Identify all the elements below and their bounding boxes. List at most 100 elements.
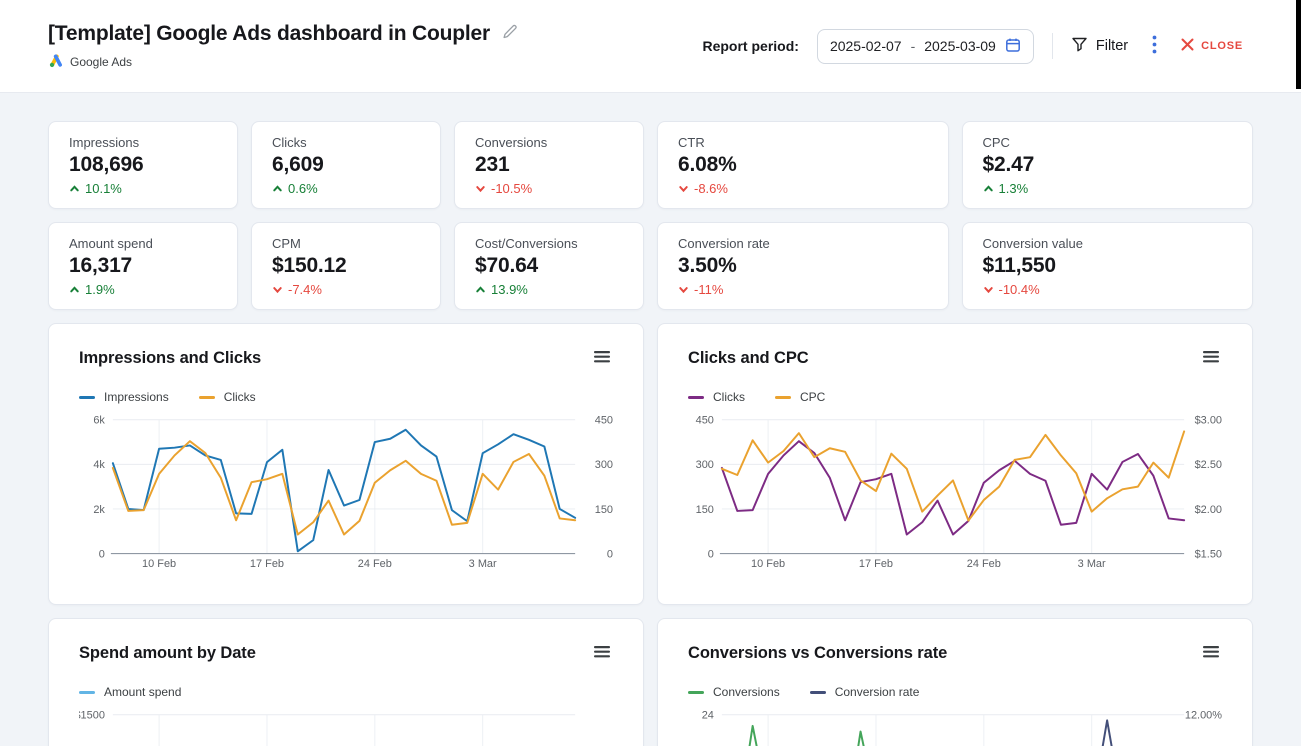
svg-text:4k: 4k bbox=[93, 459, 105, 471]
legend-item: Amount spend bbox=[79, 685, 181, 699]
filter-button[interactable]: Filter bbox=[1071, 36, 1128, 57]
kpi-card-conversion-rate: Conversion rate 3.50% -11% bbox=[657, 222, 949, 310]
more-options-button[interactable] bbox=[1146, 31, 1163, 61]
svg-text:3 Mar: 3 Mar bbox=[1078, 558, 1106, 570]
trend-arrow-icon bbox=[272, 183, 283, 194]
dashboard-body: Impressions 108,696 10.1% Clicks 6,609 0… bbox=[0, 93, 1301, 746]
trend-arrow-icon bbox=[69, 284, 80, 295]
kpi-label: Conversion rate bbox=[678, 236, 928, 251]
legend-item: Clicks bbox=[199, 390, 256, 404]
svg-text:0: 0 bbox=[708, 549, 714, 561]
svg-text:150: 150 bbox=[696, 504, 714, 516]
kpi-label: Conversions bbox=[475, 135, 623, 150]
kpi-delta: -7.4% bbox=[272, 282, 420, 297]
kpi-card-ctr: CTR 6.08% -8.6% bbox=[657, 121, 949, 209]
svg-text:300: 300 bbox=[595, 459, 613, 471]
date-to[interactable]: 2025-03-09 bbox=[924, 38, 996, 54]
hamburger-icon bbox=[1203, 646, 1219, 661]
svg-text:17 Feb: 17 Feb bbox=[859, 558, 893, 570]
dashboard-header: [Template] Google Ads dashboard in Coupl… bbox=[0, 0, 1301, 93]
kpi-delta: 13.9% bbox=[475, 282, 623, 297]
legend-swatch bbox=[199, 396, 215, 399]
kpi-value: 6,609 bbox=[272, 153, 420, 177]
legend-swatch bbox=[688, 691, 704, 694]
charts-grid: Impressions and Clicks Impressions Click… bbox=[48, 323, 1253, 746]
close-label: CLOSE bbox=[1201, 40, 1243, 52]
kpi-card-amount-spend: Amount spend 16,317 1.9% bbox=[48, 222, 238, 310]
svg-text:10 Feb: 10 Feb bbox=[751, 558, 785, 570]
svg-text:24 Feb: 24 Feb bbox=[358, 558, 392, 570]
svg-text:$3.00: $3.00 bbox=[1195, 415, 1222, 427]
line-chart[interactable]: 10 Feb17 Feb24 Feb3 Mar0$1.50150$2.00300… bbox=[688, 412, 1222, 570]
line-chart[interactable]: 10 Feb17 Feb24 Feb3 Mar002k1504k3006k450 bbox=[79, 412, 613, 570]
legend-swatch bbox=[810, 691, 826, 694]
legend-item: Clicks bbox=[688, 390, 745, 404]
svg-text:24: 24 bbox=[702, 710, 714, 722]
kpi-label: CTR bbox=[678, 135, 928, 150]
calendar-icon[interactable] bbox=[1005, 37, 1021, 56]
kpi-label: CPM bbox=[272, 236, 420, 251]
kpi-delta: 0.6% bbox=[272, 181, 420, 196]
kpi-value: 6.08% bbox=[678, 153, 928, 177]
kebab-icon bbox=[1152, 35, 1157, 57]
trend-arrow-icon bbox=[983, 183, 994, 194]
kpi-delta: -10.4% bbox=[983, 282, 1233, 297]
line-chart[interactable]: 10 Feb17 Feb24 Feb3 Mar$0$500$1000$1500 bbox=[79, 707, 613, 746]
kpi-label: Impressions bbox=[69, 135, 217, 150]
trend-arrow-icon bbox=[475, 284, 486, 295]
hamburger-icon bbox=[594, 351, 610, 366]
legend-item: Conversions bbox=[688, 685, 780, 699]
edit-title-button[interactable] bbox=[500, 22, 520, 45]
page-title: [Template] Google Ads dashboard in Coupl… bbox=[48, 22, 490, 46]
legend-item: CPC bbox=[775, 390, 825, 404]
svg-text:$2.50: $2.50 bbox=[1195, 459, 1222, 471]
filter-label: Filter bbox=[1096, 38, 1128, 54]
legend-item: Conversion rate bbox=[810, 685, 920, 699]
chart-card-spend-amount: Spend amount by Date Amount spend 10 Feb… bbox=[48, 618, 644, 746]
kpi-card-cost-conversions: Cost/Conversions $70.64 13.9% bbox=[454, 222, 644, 310]
chart-legend: Impressions Clicks bbox=[79, 390, 613, 404]
kpi-label: Clicks bbox=[272, 135, 420, 150]
date-from[interactable]: 2025-02-07 bbox=[830, 38, 902, 54]
svg-text:6k: 6k bbox=[93, 415, 105, 427]
kpi-value: 3.50% bbox=[678, 254, 928, 278]
line-chart[interactable]: 10 Feb17 Feb24 Feb3 Mar00.00%84.00%168.0… bbox=[688, 707, 1222, 746]
svg-text:450: 450 bbox=[595, 415, 613, 427]
kpi-card-conversion-value: Conversion value $11,550 -10.4% bbox=[962, 222, 1254, 310]
legend-swatch bbox=[775, 396, 791, 399]
chart-menu-button[interactable] bbox=[1200, 643, 1222, 664]
chart-menu-button[interactable] bbox=[591, 348, 613, 369]
svg-text:$2.00: $2.00 bbox=[1195, 504, 1222, 516]
svg-text:24 Feb: 24 Feb bbox=[967, 558, 1001, 570]
kpi-delta: -11% bbox=[678, 282, 928, 297]
svg-text:2k: 2k bbox=[93, 504, 105, 516]
svg-text:12.00%: 12.00% bbox=[1185, 710, 1222, 722]
kpi-value: 108,696 bbox=[69, 153, 217, 177]
chart-menu-button[interactable] bbox=[591, 643, 613, 664]
google-ads-icon bbox=[48, 53, 63, 71]
kpi-card-cpm: CPM $150.12 -7.4% bbox=[251, 222, 441, 310]
close-button[interactable]: CLOSE bbox=[1181, 38, 1243, 54]
hamburger-icon bbox=[1203, 351, 1219, 366]
kpi-grid: Impressions 108,696 10.1% Clicks 6,609 0… bbox=[48, 121, 1253, 310]
legend-swatch bbox=[79, 691, 95, 694]
kpi-label: Amount spend bbox=[69, 236, 217, 251]
legend-swatch bbox=[688, 396, 704, 399]
trend-arrow-icon bbox=[983, 284, 994, 295]
kpi-card-conversions: Conversions 231 -10.5% bbox=[454, 121, 644, 209]
kpi-label: CPC bbox=[983, 135, 1233, 150]
chart-title: Impressions and Clicks bbox=[79, 349, 261, 368]
date-separator: - bbox=[911, 38, 916, 54]
kpi-value: 16,317 bbox=[69, 254, 217, 278]
kpi-value: $150.12 bbox=[272, 254, 420, 278]
trend-arrow-icon bbox=[475, 183, 486, 194]
kpi-card-clicks: Clicks 6,609 0.6% bbox=[251, 121, 441, 209]
svg-text:3 Mar: 3 Mar bbox=[469, 558, 497, 570]
date-range-input[interactable]: 2025-02-07 - 2025-03-09 bbox=[817, 29, 1034, 64]
filter-icon bbox=[1071, 36, 1088, 57]
chart-legend: Amount spend bbox=[79, 685, 613, 699]
chart-legend: Clicks CPC bbox=[688, 390, 1222, 404]
trend-arrow-icon bbox=[678, 183, 689, 194]
trend-arrow-icon bbox=[69, 183, 80, 194]
chart-menu-button[interactable] bbox=[1200, 348, 1222, 369]
